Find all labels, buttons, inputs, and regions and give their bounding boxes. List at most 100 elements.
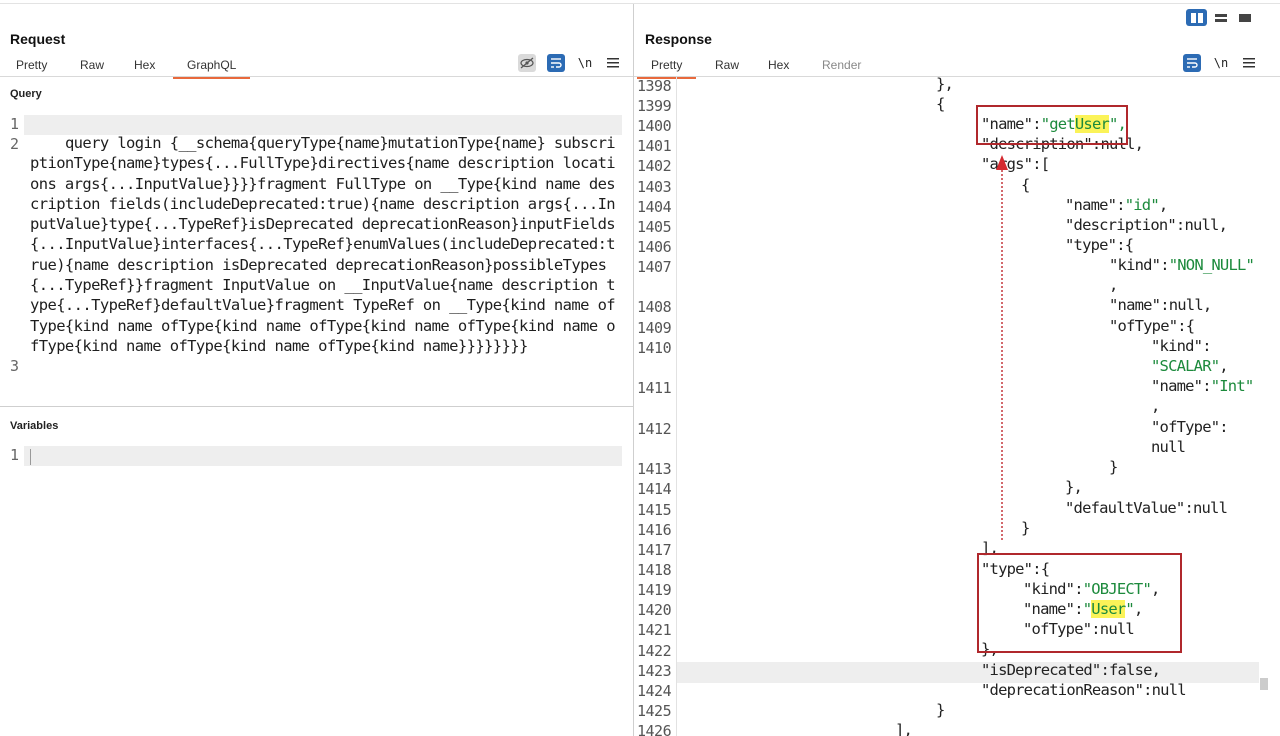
tab-response-raw[interactable]: Raw	[715, 58, 739, 72]
response-line-number: 1398	[637, 77, 672, 95]
response-line-number: 1412	[637, 420, 672, 438]
tab-request-graphql[interactable]: GraphQL	[172, 58, 251, 79]
pane-divider[interactable]	[633, 4, 634, 736]
tab-request-hex[interactable]: Hex	[134, 58, 155, 72]
code-line: "kind":"NON_NULL"	[1109, 256, 1255, 274]
response-line-number: 1426	[637, 722, 672, 736]
response-line-number: 1401	[637, 137, 672, 155]
variables-label: Variables	[10, 420, 59, 432]
response-line-number: 1415	[637, 501, 672, 519]
response-title: Response	[645, 31, 712, 47]
query-line-number: 1	[10, 115, 20, 133]
annotation-box-getuser	[976, 105, 1128, 145]
code-line: null	[1151, 438, 1186, 456]
top-border	[0, 3, 1280, 4]
variables-line-number: 1	[10, 446, 20, 464]
tab-request-raw[interactable]: Raw	[80, 58, 104, 72]
split-horizontal-button[interactable]	[1210, 9, 1231, 26]
code-line: "defaultValue":null	[1065, 499, 1228, 517]
request-title: Request	[10, 31, 66, 47]
newline-icon: \n	[577, 56, 593, 70]
layout-mode-buttons	[1186, 9, 1255, 26]
code-line: }	[1021, 519, 1030, 537]
code-line: "description":null,	[1065, 216, 1228, 234]
response-line-gutter: 1398 1399 1400 1401 1402 1403 1404 1405 …	[635, 77, 677, 736]
response-line-number: 1419	[637, 581, 672, 599]
variables-editor[interactable]: 1	[0, 446, 632, 506]
code-line: "deprecationReason":null	[981, 681, 1187, 699]
request-wrap-button[interactable]	[547, 54, 565, 72]
response-line-number: 1416	[637, 521, 672, 539]
code-line: "name":"id",	[1065, 196, 1168, 214]
query-text[interactable]: query login {__schema{queryType{name}mut…	[30, 133, 622, 356]
newline-icon: \n	[1213, 56, 1229, 70]
request-menu-button[interactable]	[604, 54, 622, 72]
response-line-number: 1414	[637, 480, 672, 498]
response-line-number: 1406	[637, 238, 672, 256]
response-line-number: 1399	[637, 97, 672, 115]
code-line: },	[1065, 478, 1083, 496]
variables-divider[interactable]	[0, 406, 633, 407]
code-line: "kind":	[1151, 337, 1212, 355]
code-line: "ofType":{	[1109, 317, 1195, 335]
code-line: ,	[1109, 276, 1118, 294]
response-wrap-button[interactable]	[1183, 54, 1201, 72]
request-hide-button[interactable]	[518, 54, 536, 72]
response-line-number: 1405	[637, 218, 672, 236]
scrollbar-thumb[interactable]	[1260, 678, 1268, 690]
annotation-arrow	[996, 155, 1008, 540]
code-line: "SCALAR",	[1151, 357, 1229, 375]
response-menu-button[interactable]	[1240, 54, 1258, 72]
response-line-number: 1421	[637, 621, 672, 639]
split-horizontal-icon	[1214, 13, 1227, 22]
response-line-number: 1411	[637, 379, 672, 397]
code-line: ,	[1151, 397, 1160, 415]
response-line-number: 1408	[637, 298, 672, 316]
response-line-number: 1418	[637, 561, 672, 579]
code-line: }	[1109, 458, 1118, 476]
hide-icon	[520, 57, 534, 69]
response-line-number: 1422	[637, 642, 672, 660]
query-line-number: 2	[10, 135, 20, 153]
scrollbar-track[interactable]	[1268, 77, 1280, 736]
response-line-number: 1425	[637, 702, 672, 720]
code-line: "type":{	[1065, 236, 1134, 254]
response-line-number: 1409	[637, 319, 672, 337]
query-label: Query	[10, 88, 42, 100]
code-line: "ofType":	[1151, 418, 1229, 436]
split-vertical-icon	[1190, 12, 1203, 23]
tab-response-hex[interactable]: Hex	[768, 58, 789, 72]
annotation-box-type	[977, 553, 1182, 653]
code-line: "name":null,	[1109, 296, 1212, 314]
query-current-line	[24, 115, 622, 135]
tab-request-pretty[interactable]: Pretty	[16, 58, 47, 72]
menu-icon	[1243, 58, 1255, 68]
response-line-number: 1407	[637, 258, 672, 276]
query-editor[interactable]: 1 2 3 query login {__schema{queryType{na…	[0, 112, 632, 375]
wrap-lines-icon	[551, 58, 562, 68]
request-tabs-rule	[0, 76, 633, 77]
query-line-number: 3	[10, 357, 20, 375]
code-line: },	[936, 77, 954, 93]
response-line-number: 1420	[637, 601, 672, 619]
code-line: "name":"Int"	[1151, 377, 1254, 395]
single-pane-button[interactable]	[1234, 9, 1255, 26]
response-line-number: 1403	[637, 178, 672, 196]
response-newline-button[interactable]: \n	[1212, 54, 1230, 72]
menu-icon	[607, 58, 619, 68]
request-newline-button[interactable]: \n	[576, 54, 594, 72]
tab-response-pretty[interactable]: Pretty	[636, 58, 697, 79]
code-line: {	[936, 95, 945, 113]
wrap-lines-icon	[1187, 58, 1198, 68]
code-line: ],	[895, 721, 913, 736]
response-line-number: 1423	[637, 662, 672, 680]
response-line-number: 1404	[637, 198, 672, 216]
code-line: "isDeprecated":false,	[981, 661, 1161, 679]
response-line-number: 1424	[637, 682, 672, 700]
split-vertical-button[interactable]	[1186, 9, 1207, 26]
tab-response-render[interactable]: Render	[822, 58, 861, 72]
response-line-number: 1410	[637, 339, 672, 357]
code-line: }	[936, 701, 945, 719]
response-line-number: 1400	[637, 117, 672, 135]
response-line-number: 1402	[637, 157, 672, 175]
